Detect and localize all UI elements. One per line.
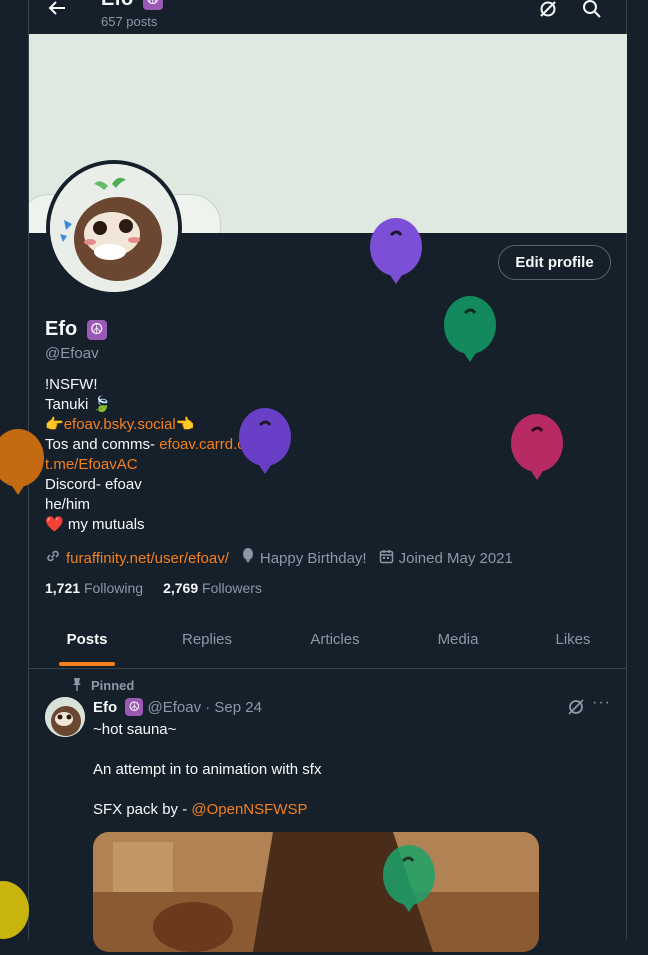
joined-text: Joined May 2021	[398, 549, 513, 567]
post-count: 657 posts	[101, 14, 158, 29]
tweet-handle-date[interactable]: @Efoav · Sep 24	[148, 699, 262, 716]
header-name: Efo	[101, 0, 133, 10]
tweet-author[interactable]: Efo	[93, 699, 117, 716]
balloon-magenta	[510, 413, 564, 488]
tab-media[interactable]: Media	[401, 612, 515, 668]
balloon-icon	[241, 548, 255, 568]
birthday-text: Happy Birthday!	[259, 549, 367, 567]
tweet-header: Efo ☮ @Efoav · Sep 24	[93, 698, 262, 716]
profile-display-name: Efo	[45, 318, 78, 340]
joined-item: Joined May 2021	[379, 549, 513, 568]
more-options-icon[interactable]: ···	[592, 694, 611, 712]
grok-icon[interactable]	[567, 698, 585, 721]
tweet-text-part: SFX pack by -	[93, 801, 192, 818]
point-right-emoji: 👉	[45, 416, 64, 433]
back-arrow-icon[interactable]	[47, 0, 67, 18]
bio-line: Tanuki 🍃	[45, 395, 605, 415]
peace-emoji: ☮	[125, 698, 144, 716]
pinned-text: Pinned	[91, 678, 135, 693]
profile-handle: @Efoav	[45, 345, 99, 362]
followers-label: Followers	[202, 580, 262, 596]
tab-replies[interactable]: Replies	[147, 612, 267, 668]
search-icon[interactable]	[582, 0, 602, 18]
tab-likes[interactable]: Likes	[519, 612, 627, 668]
tweet-text: An attempt in to animation with sfx	[93, 761, 322, 778]
balloon-violet	[238, 407, 292, 482]
link-icon	[45, 548, 61, 568]
bsky-link[interactable]: efoav.bsky.social	[64, 416, 176, 433]
tweet-media[interactable]	[93, 832, 539, 952]
birthday-item: Happy Birthday!	[241, 548, 367, 568]
calendar-icon	[379, 549, 394, 568]
telegram-link[interactable]: t.me/EfoavAC	[45, 456, 138, 473]
website-link[interactable]: furaffinity.net/user/efoav/	[66, 550, 229, 567]
following-link[interactable]: 1,721 Following	[45, 580, 143, 596]
profile-name: Efo ☮	[45, 318, 107, 341]
tweet-text: SFX pack by - @OpenNSFWSP	[93, 800, 613, 820]
leaf-emoji: 🍃	[92, 396, 112, 413]
pinned-label: Pinned	[71, 677, 134, 694]
following-label: Following	[83, 580, 144, 596]
mention-link[interactable]: @OpenNSFWSP	[191, 801, 307, 818]
point-left-emoji: 👈	[175, 416, 195, 433]
bio-text: Tos and comms-	[45, 436, 160, 453]
bio-line: !NSFW!	[45, 376, 98, 393]
edit-profile-button[interactable]: Edit profile	[498, 245, 611, 280]
tweet-text: ~hot sauna~	[93, 721, 177, 738]
balloon-green-small	[381, 843, 437, 920]
peace-emoji: ☮	[86, 320, 107, 340]
website-item: furaffinity.net/user/efoav/	[45, 548, 229, 568]
balloon-yellow	[0, 880, 30, 955]
profile-meta: furaffinity.net/user/efoav/ Happy Birthd…	[45, 548, 513, 568]
grok-icon[interactable]	[538, 0, 558, 18]
profile-tabs: Posts Replies Articles Media Likes	[29, 612, 627, 669]
followers-link[interactable]: 2,769 Followers	[163, 580, 262, 596]
following-count: 1,721	[45, 580, 81, 596]
balloon-orange	[0, 428, 46, 503]
peace-emoji: ☮	[142, 0, 163, 10]
heart-emoji: ❤️	[45, 516, 64, 533]
active-tab-indicator	[59, 662, 115, 666]
bio-line: he/him	[45, 496, 91, 513]
profile-avatar[interactable]	[46, 160, 182, 296]
followers-count: 2,769	[163, 580, 199, 596]
tab-articles[interactable]: Articles	[275, 612, 395, 668]
tweet-avatar[interactable]	[45, 697, 85, 737]
balloon-purple	[369, 217, 423, 292]
tab-posts[interactable]: Posts	[29, 612, 145, 668]
follow-counts: 1,721 Following 2,769 Followers	[45, 580, 262, 596]
balloon-green	[443, 295, 497, 370]
tweet-body: ~hot sauna~ An attempt in to animation w…	[93, 720, 613, 840]
bio-text: my mutuals	[63, 516, 145, 533]
pin-icon	[71, 677, 83, 694]
header-title: Efo ☮	[101, 0, 163, 11]
bio-text: Tanuki	[45, 396, 89, 413]
bio-line: ❤️ my mutuals	[45, 515, 605, 535]
